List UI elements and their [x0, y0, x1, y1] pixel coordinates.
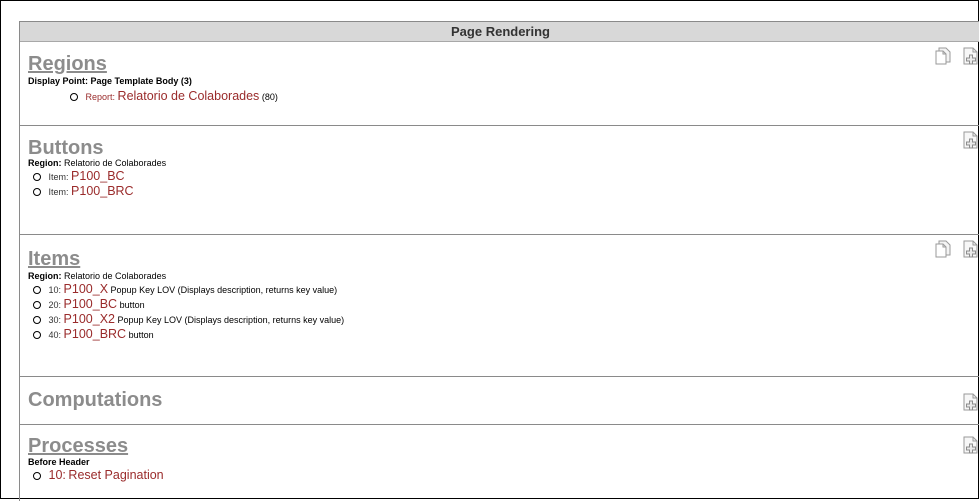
- window-frame: Page Rendering Regions Display Point: Pa…: [0, 0, 979, 501]
- item-row: 20: P100_BC button: [20, 297, 979, 312]
- copy-icon[interactable]: [933, 239, 953, 259]
- region-link[interactable]: Relatorio de Colaborades: [118, 89, 260, 103]
- button-item-prefix: Item:: [48, 187, 69, 197]
- items-section: Items Region: Relatorio de Colaborades 1…: [20, 235, 979, 377]
- process-row: 10: Reset Pagination: [20, 468, 979, 483]
- computations-title: Computations: [28, 389, 163, 411]
- bullet-icon: [33, 300, 41, 309]
- bullet-icon: [33, 172, 41, 181]
- bullet-icon: [70, 92, 78, 101]
- computations-section: Computations: [20, 377, 979, 425]
- create-icon[interactable]: [961, 46, 979, 66]
- item-seq: 40:: [48, 330, 62, 340]
- item-seq: 10:: [48, 285, 62, 295]
- buttons-region-label: Region:: [28, 158, 62, 168]
- processes-section: Processes Before Header 10: Reset Pagina…: [20, 425, 979, 485]
- buttons-section: Buttons Region: Relatorio de Colaborades…: [20, 126, 979, 235]
- items-tools: [933, 239, 979, 259]
- item-row: 40: P100_BRC button: [20, 327, 979, 342]
- processes-point-label: Before Header: [28, 457, 90, 467]
- button-item-link[interactable]: P100_BC: [71, 169, 125, 183]
- item-desc: Popup Key LOV (Displays description, ret…: [110, 285, 338, 295]
- buttons-region: Region: Relatorio de Colaborades: [20, 158, 979, 169]
- buttons-title: Buttons: [28, 137, 104, 159]
- button-item-prefix: Item:: [48, 172, 69, 182]
- region-type-label: Report:: [85, 92, 116, 102]
- buttons-tools: [961, 130, 979, 150]
- display-point-label: Display Point: Page Template Body (3): [28, 76, 192, 86]
- item-link[interactable]: P100_BRC: [64, 327, 127, 341]
- process-seq[interactable]: 10:: [49, 468, 66, 482]
- region-count: (80): [261, 92, 278, 102]
- create-icon[interactable]: [961, 239, 979, 259]
- computations-tools: [961, 392, 979, 412]
- page-rendering-panel: Page Rendering Regions Display Point: Pa…: [19, 21, 979, 501]
- regions-title-link[interactable]: Regions: [20, 42, 979, 74]
- items-title-link[interactable]: Items: [20, 235, 979, 269]
- item-desc: button: [128, 330, 154, 340]
- item-seq: 30:: [48, 315, 62, 325]
- processes-tools: [961, 435, 979, 455]
- regions-tools: [933, 46, 979, 66]
- panel-header: Page Rendering: [20, 22, 979, 42]
- create-icon[interactable]: [961, 435, 979, 455]
- process-link[interactable]: Reset Pagination: [68, 468, 163, 482]
- button-row: Item: P100_BC: [20, 169, 979, 184]
- bullet-icon: [33, 187, 41, 196]
- items-region-label: Region:: [28, 271, 62, 281]
- item-desc: Popup Key LOV (Displays description, ret…: [117, 315, 345, 325]
- create-icon[interactable]: [961, 392, 979, 412]
- item-link[interactable]: P100_X2: [64, 312, 115, 326]
- item-row: 10: P100_X Popup Key LOV (Displays descr…: [20, 282, 979, 297]
- item-desc: button: [119, 300, 145, 310]
- button-item-link[interactable]: P100_BRC: [71, 184, 134, 198]
- button-row: Item: P100_BRC: [20, 184, 979, 199]
- item-row: 30: P100_X2 Popup Key LOV (Displays desc…: [20, 312, 979, 327]
- bullet-icon: [33, 285, 41, 294]
- regions-section: Regions Display Point: Page Template Bod…: [20, 42, 979, 126]
- item-seq: 20:: [48, 300, 62, 310]
- region-row: Report: Relatorio de Colaborades (80): [20, 87, 979, 104]
- bullet-icon: [33, 315, 41, 324]
- item-link[interactable]: P100_X: [64, 282, 108, 296]
- buttons-region-value: Relatorio de Colaborades: [64, 158, 167, 168]
- items-region: Region: Relatorio de Colaborades: [20, 269, 979, 282]
- processes-title-link[interactable]: Processes: [20, 425, 979, 456]
- copy-icon[interactable]: [933, 46, 953, 66]
- create-icon[interactable]: [961, 130, 979, 150]
- items-region-value: Relatorio de Colaborades: [64, 271, 167, 281]
- bullet-icon: [33, 330, 41, 339]
- bullet-icon: [33, 471, 41, 480]
- item-link[interactable]: P100_BC: [64, 297, 118, 311]
